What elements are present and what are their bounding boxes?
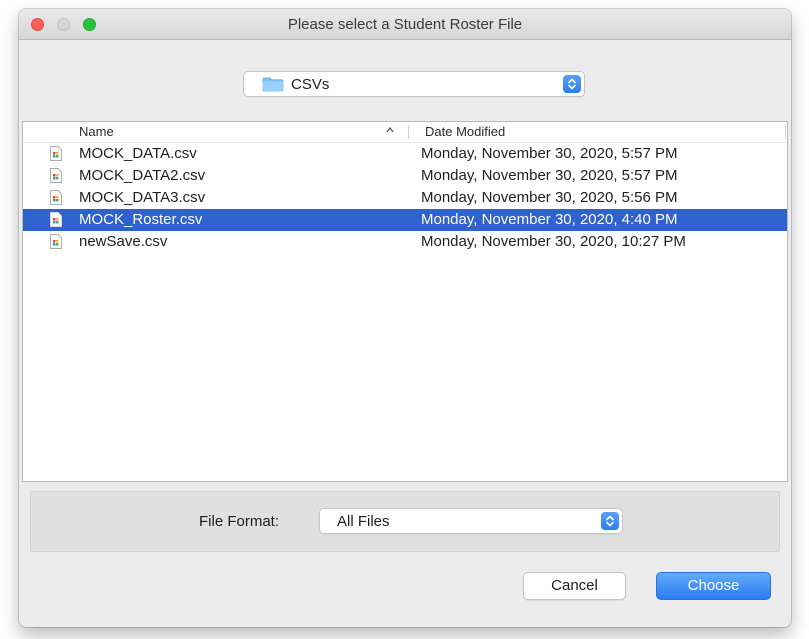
date-modified-column-header[interactable]: Date Modified xyxy=(425,124,505,139)
file-format-label: File Format: xyxy=(199,513,280,530)
file-row[interactable]: MOCK_DATA.csv Monday, November 30, 2020,… xyxy=(23,143,787,165)
file-list[interactable]: Name Date Modified MOCK_DATA.csv Monday,… xyxy=(22,121,788,482)
location-dropdown[interactable]: CSVs xyxy=(243,71,585,97)
choose-button[interactable]: Choose xyxy=(656,572,771,600)
file-format-panel: File Format: All Files xyxy=(30,491,780,552)
file-format-value: All Files xyxy=(337,513,390,530)
file-date-modified: Monday, November 30, 2020, 10:27 PM xyxy=(421,233,686,250)
csv-file-icon xyxy=(50,168,62,183)
file-date-modified: Monday, November 30, 2020, 5:56 PM xyxy=(421,189,678,206)
column-divider[interactable] xyxy=(408,125,409,139)
file-format-dropdown[interactable]: All Files xyxy=(319,508,623,534)
sort-ascending-icon xyxy=(385,123,395,140)
csv-file-icon xyxy=(50,146,62,161)
name-column-header[interactable]: Name xyxy=(79,124,114,139)
csv-file-icon xyxy=(50,212,62,227)
file-row[interactable]: MOCK_DATA3.csv Monday, November 30, 2020… xyxy=(23,187,787,209)
file-row[interactable]: MOCK_DATA2.csv Monday, November 30, 2020… xyxy=(23,165,787,187)
file-name: MOCK_DATA3.csv xyxy=(79,189,206,206)
csv-file-icon xyxy=(50,234,62,249)
cancel-button[interactable]: Cancel xyxy=(523,572,626,600)
location-label: CSVs xyxy=(291,76,330,93)
file-date-modified: Monday, November 30, 2020, 5:57 PM xyxy=(421,145,678,162)
file-date-modified: Monday, November 30, 2020, 4:40 PM xyxy=(421,211,678,228)
updown-chevron-icon xyxy=(601,512,619,530)
file-name: MOCK_Roster.csv xyxy=(79,211,203,228)
column-header-row: Name Date Modified xyxy=(23,122,787,143)
file-name: MOCK_DATA.csv xyxy=(79,145,197,162)
file-chooser-dialog: Please select a Student Roster File CSVs… xyxy=(19,9,791,627)
file-name: newSave.csv xyxy=(79,233,168,250)
file-date-modified: Monday, November 30, 2020, 5:57 PM xyxy=(421,167,678,184)
file-name: MOCK_DATA2.csv xyxy=(79,167,206,184)
folder-icon xyxy=(262,77,284,92)
title-bar: Please select a Student Roster File xyxy=(19,9,791,40)
csv-file-icon xyxy=(50,190,62,205)
updown-chevron-icon xyxy=(563,75,581,93)
file-row-selected[interactable]: MOCK_Roster.csv Monday, November 30, 202… xyxy=(23,209,787,231)
column-divider[interactable] xyxy=(785,125,786,139)
window-title: Please select a Student Roster File xyxy=(287,16,523,33)
file-row[interactable]: newSave.csv Monday, November 30, 2020, 1… xyxy=(23,231,787,253)
